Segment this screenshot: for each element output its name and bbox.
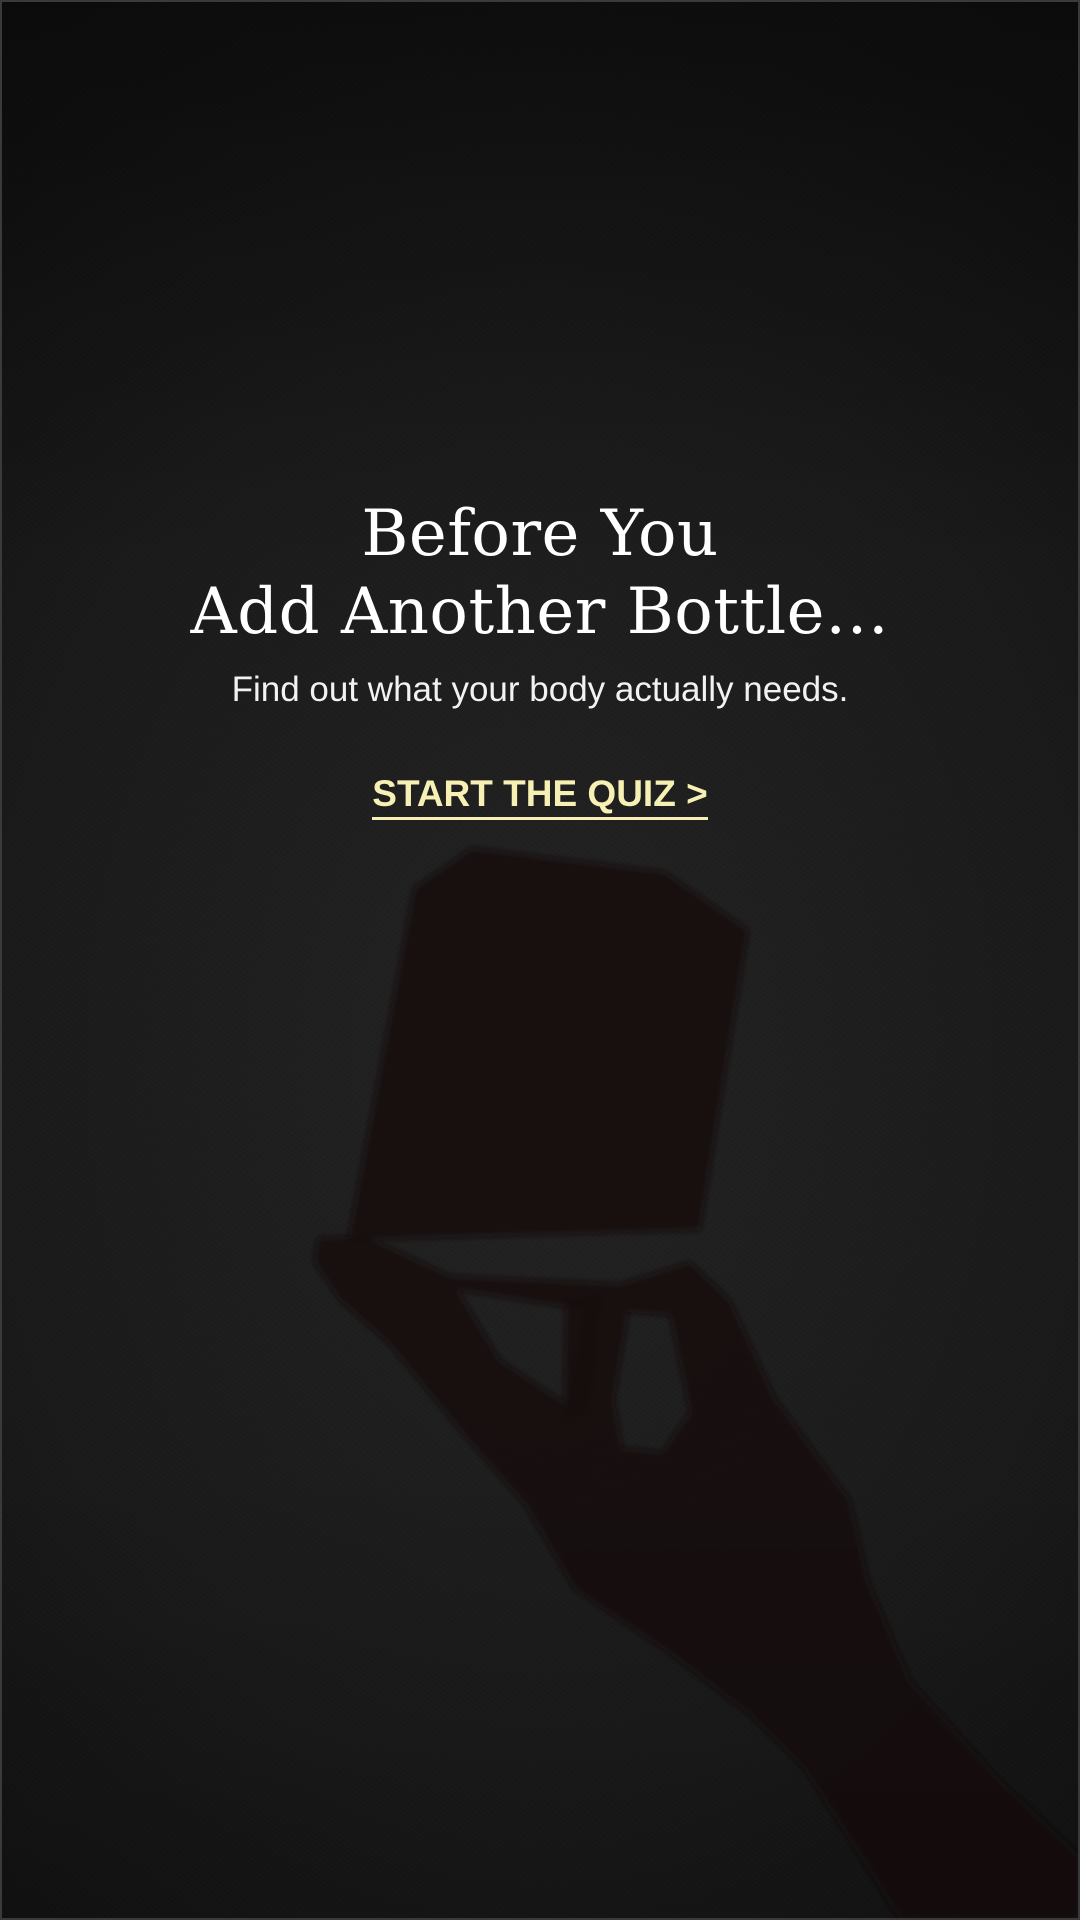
page-title: Before You Add Another Bottle… — [0, 495, 1080, 651]
headline-line-2: Add Another Bottle… — [190, 575, 890, 649]
subheadline: Find out what your body actually needs. — [231, 670, 849, 709]
hand-holding-bottle-shadow-icon — [314, 848, 1080, 1920]
headline-line-1: Before You — [361, 497, 719, 571]
hero-content: Before You Add Another Bottle… Find out … — [0, 495, 1080, 820]
quiz-promo-screen: Before You Add Another Bottle… Find out … — [0, 0, 1080, 1920]
start-quiz-link[interactable]: START THE QUIZ > — [372, 773, 708, 820]
